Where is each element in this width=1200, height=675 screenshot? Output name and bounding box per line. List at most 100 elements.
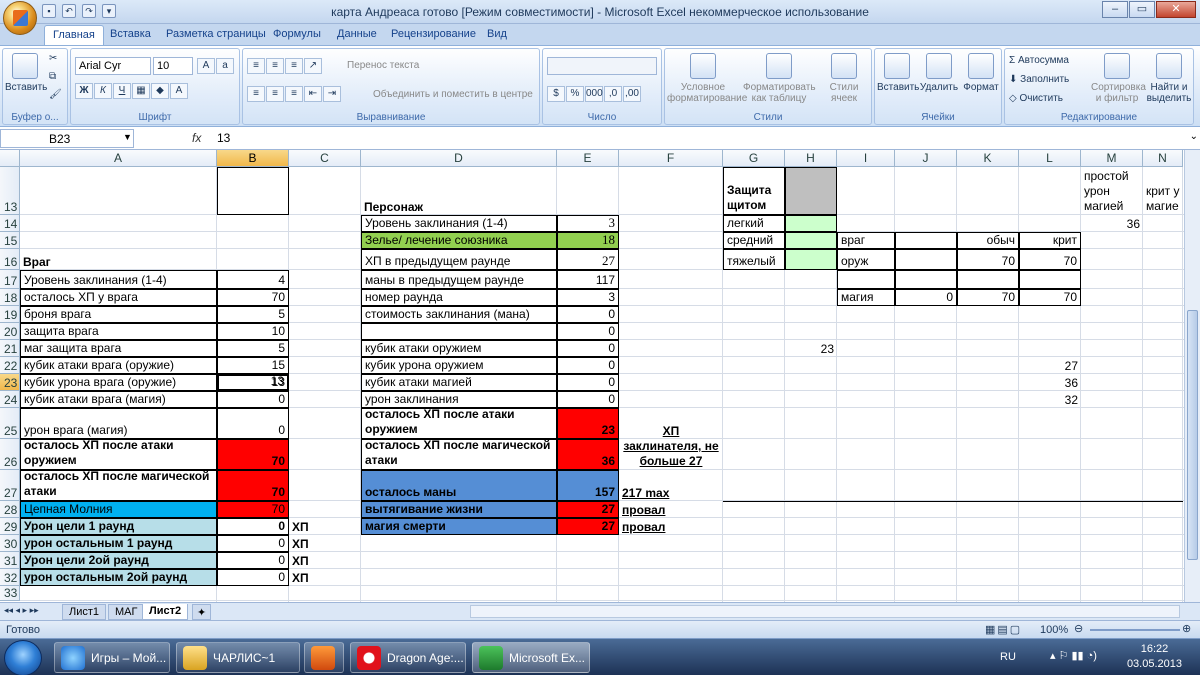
cell-e14[interactable]: 3 (557, 215, 619, 232)
cut-icon[interactable]: ✂ (49, 53, 57, 64)
cell-b29[interactable]: 0 (217, 518, 289, 535)
row-header-25[interactable]: 25 (0, 408, 20, 439)
insert-cells-button[interactable]: Вставить (877, 53, 919, 93)
view-buttons-icon[interactable]: ▦▤▢ (985, 623, 1022, 636)
cell-k15[interactable]: обыч (957, 232, 1019, 249)
cell-e26[interactable]: 36 (557, 439, 619, 470)
row-header-26[interactable]: 26 (0, 439, 20, 470)
cell-e29[interactable]: 27 (557, 518, 619, 535)
format-cells-button[interactable]: Формат (961, 53, 1001, 93)
italic-icon[interactable]: К (94, 83, 112, 99)
cell-b22[interactable]: 15 (217, 357, 289, 374)
cell-b21[interactable]: 5 (217, 340, 289, 357)
comma-icon[interactable]: 000 (585, 86, 603, 102)
cell-a20[interactable]: защита врага (20, 323, 217, 340)
cell-l23[interactable]: 36 (1019, 374, 1081, 391)
language-indicator[interactable]: RU (1000, 651, 1016, 663)
clock[interactable]: 16:22 03.05.2013 (1127, 642, 1182, 672)
cell-a22[interactable]: кубик атаки врага (оружие) (20, 357, 217, 374)
cell-a27[interactable]: осталось ХП после магической атаки (20, 469, 217, 501)
cell-h13[interactable] (785, 167, 837, 215)
cell-a16[interactable]: Враг (20, 249, 217, 270)
save-icon[interactable]: ▪ (42, 4, 56, 18)
cell-a29[interactable]: Урон цели 1 раунд (20, 518, 217, 535)
qat-dropdown-icon[interactable]: ▾ (102, 4, 116, 18)
cell-h16[interactable] (785, 249, 837, 270)
cell-d27[interactable]: осталось маны (361, 470, 557, 501)
select-all-corner[interactable] (0, 150, 20, 167)
cell-d19[interactable]: стоимость заклинания (мана) (361, 306, 557, 323)
cell-i15[interactable]: враг (837, 232, 895, 249)
cell-d18[interactable]: номер раунда (361, 289, 557, 306)
fill-button[interactable]: ⬇ Заполнить (1009, 74, 1069, 85)
row-header-15[interactable]: 15 (0, 232, 20, 249)
cell-f25[interactable]: ХП заклинателя, не больше 27 (619, 408, 723, 470)
cell-b32[interactable]: 0 (217, 569, 289, 586)
cell-m13[interactable]: простой урон магией (1081, 167, 1143, 215)
cell-i18[interactable]: магия (837, 289, 895, 306)
cell-b13[interactable] (217, 167, 289, 215)
expand-formula-icon[interactable]: ⌄ (1190, 131, 1198, 142)
cell-g13[interactable]: Защита щитом (723, 167, 785, 215)
cell-j18[interactable]: 0 (895, 289, 957, 306)
cell-d24[interactable]: урон заклинания (361, 391, 557, 408)
name-box[interactable]: B23 (0, 129, 134, 148)
row-header-31[interactable]: 31 (0, 552, 20, 569)
delete-cells-button[interactable]: Удалить (919, 53, 959, 93)
cell-b17[interactable]: 4 (217, 270, 289, 289)
cell-l24[interactable]: 32 (1019, 391, 1081, 408)
row-header-14[interactable]: 14 (0, 215, 20, 232)
cell-b27[interactable]: 70 (217, 470, 289, 501)
cell-b26[interactable]: 70 (217, 439, 289, 470)
paste-button[interactable]: Вставить (5, 53, 47, 93)
row-header-13[interactable]: 13 (0, 167, 20, 215)
cell-e22[interactable]: 0 (557, 357, 619, 374)
cell-e15[interactable]: 18 (557, 232, 619, 249)
cell-b18[interactable]: 70 (217, 289, 289, 306)
cell-e27[interactable]: 157 (557, 470, 619, 501)
close-button[interactable]: ✕ (1156, 1, 1196, 18)
column-header-j[interactable]: J (895, 150, 957, 167)
decrease-indent-icon[interactable]: ⇤ (304, 86, 322, 102)
row-header-21[interactable]: 21 (0, 340, 20, 357)
taskbar-item-opera[interactable]: Dragon Age:... (350, 642, 466, 673)
cell-j17[interactable] (895, 270, 957, 289)
cell-d14[interactable]: Уровень заклинания (1-4) (361, 215, 557, 232)
cell-b31[interactable]: 0 (217, 552, 289, 569)
borders-icon[interactable]: ▦ (132, 83, 150, 99)
cell-f27[interactable]: 217 max (619, 470, 723, 501)
orientation-icon[interactable]: ↗ (304, 58, 322, 74)
spreadsheet-grid[interactable]: A B C D E F G H I J K L M N 13 14 15 16 17 18 19 20 21 22 23 24 25… (0, 150, 1184, 602)
cell-g14[interactable]: легкий (723, 215, 785, 232)
tab-data[interactable]: Данные (337, 28, 377, 40)
column-header-b[interactable]: B (217, 150, 289, 167)
cell-l17[interactable] (1019, 270, 1081, 289)
zoom-slider[interactable] (1090, 629, 1180, 631)
cell-b30[interactable]: 0 (217, 535, 289, 552)
sheet-tab-1[interactable]: Лист1 (62, 604, 107, 620)
cell-e25[interactable]: 23 (557, 408, 619, 439)
decrease-decimal-icon[interactable]: ,00 (623, 86, 641, 102)
fx-icon[interactable]: fx (192, 131, 201, 145)
horizontal-scrollbar[interactable] (470, 605, 1180, 618)
underline-icon[interactable]: Ч (113, 83, 131, 99)
tab-review[interactable]: Рецензирование (391, 28, 476, 40)
taskbar-item-folder[interactable]: ЧАРЛИС~1 (176, 642, 300, 673)
cell-h14[interactable] (785, 215, 837, 232)
cell-h21[interactable]: 23 (785, 340, 837, 357)
cell-l16[interactable]: 70 (1019, 249, 1081, 270)
cell-a24[interactable]: кубик атаки врага (магия) (20, 391, 217, 408)
zoom-level[interactable]: 100% (1040, 624, 1068, 636)
find-select-button[interactable]: Найти и выделить (1145, 53, 1193, 104)
increase-decimal-icon[interactable]: ,0 (604, 86, 622, 102)
cell-a32[interactable]: урон остальным 2ой раунд (20, 569, 217, 586)
cell-a17[interactable]: Уровень заклинания (1-4) (20, 270, 217, 289)
column-header-k[interactable]: K (957, 150, 1019, 167)
cell-i17[interactable] (837, 270, 895, 289)
cell-e23[interactable]: 0 (557, 374, 619, 391)
cell-g16[interactable]: тяжелый (723, 249, 785, 270)
cell-d25[interactable]: осталось ХП после атаки оружием (361, 407, 557, 439)
cell-b23[interactable]: 13 (217, 374, 289, 391)
cell-e19[interactable]: 0 (557, 306, 619, 323)
cell-e18[interactable]: 3 (557, 289, 619, 306)
